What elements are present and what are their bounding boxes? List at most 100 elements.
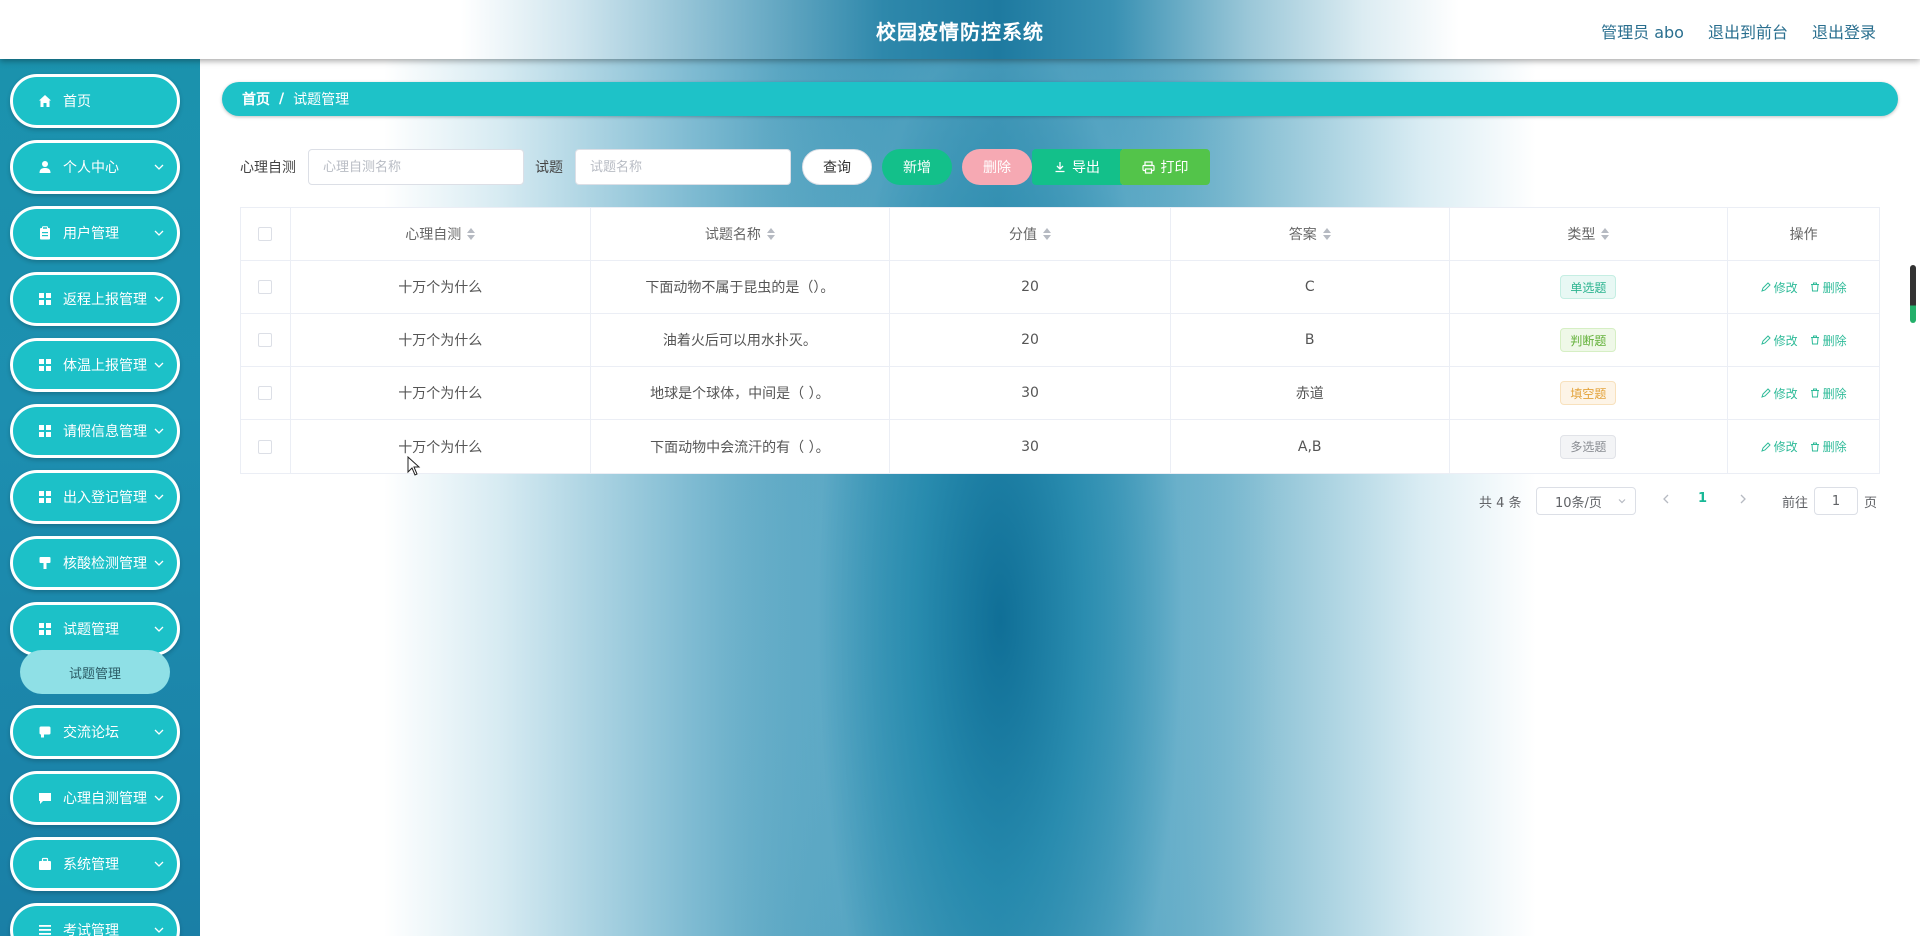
page-unit-label: 页 bbox=[1864, 496, 1878, 511]
trash-icon bbox=[1810, 442, 1819, 451]
top-header: 校园疫情防控系统 管理员 abo 退出到前台 退出登录 bbox=[0, 0, 1920, 59]
delete-row-button[interactable]: 删除 bbox=[1810, 438, 1847, 455]
type-tag: 判断题 bbox=[1560, 328, 1617, 352]
row-checkbox[interactable] bbox=[258, 280, 273, 294]
cell-score: 20 bbox=[890, 261, 1171, 313]
cell-test: 十万个为什么 bbox=[291, 261, 591, 313]
sidebar-item-forum[interactable]: 交流论坛 bbox=[10, 705, 180, 759]
page-scrollbar[interactable] bbox=[1910, 265, 1916, 323]
page-size-select[interactable]: 10条/页 bbox=[1536, 487, 1636, 515]
exit-to-front-link[interactable]: 退出到前台 bbox=[1708, 19, 1788, 43]
delete-row-button[interactable]: 删除 bbox=[1810, 385, 1847, 402]
sidebar-item-label: 试题管理 bbox=[63, 622, 119, 638]
sidebar-item-nucleic-test[interactable]: 核酸检测管理 bbox=[10, 536, 180, 590]
cell-type: 单选题 bbox=[1450, 261, 1729, 313]
page-size-value: 10条/页 bbox=[1555, 495, 1602, 511]
sidebar-item-entry-registration[interactable]: 出入登记管理 bbox=[10, 470, 180, 524]
sidebar-item-question-management[interactable]: 试题管理 bbox=[10, 602, 180, 656]
psych-test-input[interactable] bbox=[308, 149, 524, 185]
edit-label: 修改 bbox=[1773, 386, 1798, 401]
sidebar-item-profile[interactable]: 个人中心 bbox=[10, 140, 180, 194]
sidebar-item-label: 考试管理 bbox=[63, 923, 119, 936]
next-page-icon[interactable] bbox=[1738, 493, 1748, 505]
edit-button[interactable]: 修改 bbox=[1760, 279, 1798, 296]
admin-user-label[interactable]: 管理员 abo bbox=[1601, 19, 1684, 43]
sidebar-item-temperature-report[interactable]: 体温上报管理 bbox=[10, 338, 180, 392]
add-button[interactable]: 新增 bbox=[882, 149, 952, 185]
cell-actions: 修改 删除 bbox=[1728, 420, 1879, 473]
delete-row-button[interactable]: 删除 bbox=[1810, 332, 1847, 349]
select-all-checkbox[interactable] bbox=[258, 227, 273, 241]
breadcrumb-current: 试题管理 bbox=[293, 92, 350, 108]
delete-button[interactable]: 删除 bbox=[962, 149, 1032, 185]
sidebar-item-psych-test[interactable]: 心理自测管理 bbox=[10, 771, 180, 825]
edit-button[interactable]: 修改 bbox=[1760, 438, 1798, 455]
column-header-test[interactable]: 心理自测 bbox=[291, 208, 591, 260]
trash-icon bbox=[1810, 282, 1819, 292]
grid-icon bbox=[37, 489, 53, 505]
sort-icon[interactable] bbox=[1322, 228, 1331, 240]
delete-label: 删除 bbox=[1822, 333, 1847, 348]
sidebar-item-label: 交流论坛 bbox=[63, 725, 119, 741]
row-checkbox[interactable] bbox=[258, 439, 273, 454]
chevron-down-icon bbox=[154, 861, 164, 867]
pagination-total: 共 4 条 bbox=[1479, 496, 1522, 511]
sidebar-item-system[interactable]: 系统管理 bbox=[10, 837, 180, 891]
export-button[interactable]: 导出 bbox=[1032, 149, 1122, 185]
sort-icon[interactable] bbox=[1043, 228, 1052, 240]
query-button[interactable]: 查询 bbox=[802, 149, 872, 185]
delete-label: 删除 bbox=[1822, 440, 1847, 454]
chevron-down-icon bbox=[154, 927, 164, 933]
breadcrumb-home[interactable]: 首页 bbox=[242, 89, 270, 109]
query-button-label: 查询 bbox=[823, 160, 851, 176]
sort-icon[interactable] bbox=[467, 228, 476, 240]
print-button[interactable]: 打印 bbox=[1120, 149, 1210, 185]
column-header-label: 分值 bbox=[1009, 227, 1038, 243]
cell-test: 十万个为什么 bbox=[291, 314, 591, 366]
column-header-score[interactable]: 分值 bbox=[890, 208, 1171, 260]
question-table: 心理自测 试题名称 分值 答案 类型 操作 十万个为什么 下面动物不属于昆虫的是… bbox=[240, 207, 1880, 474]
sidebar-item-exam[interactable]: 考试管理 bbox=[10, 903, 180, 936]
sidebar-item-leave-info[interactable]: 请假信息管理 bbox=[10, 404, 180, 458]
row-select-cell bbox=[241, 314, 291, 366]
sidebar-item-label: 出入登记管理 bbox=[63, 490, 147, 506]
question-label: 试题 bbox=[535, 160, 563, 176]
row-checkbox[interactable] bbox=[258, 333, 273, 347]
goto-page-input[interactable] bbox=[1814, 487, 1858, 515]
chevron-down-icon bbox=[154, 428, 164, 434]
psych-test-label: 心理自测 bbox=[240, 160, 296, 176]
edit-icon bbox=[1760, 388, 1771, 398]
delete-label: 删除 bbox=[1822, 386, 1847, 401]
export-button-label: 导出 bbox=[1072, 160, 1100, 176]
sort-icon[interactable] bbox=[766, 228, 775, 240]
grid-icon bbox=[37, 621, 53, 637]
sidebar-item-user-management[interactable]: 用户管理 bbox=[10, 206, 180, 260]
delete-row-button[interactable]: 删除 bbox=[1810, 279, 1847, 296]
column-header-type[interactable]: 类型 bbox=[1450, 208, 1729, 260]
column-header-name[interactable]: 试题名称 bbox=[591, 208, 891, 260]
cell-type: 填空题 bbox=[1450, 367, 1729, 419]
edit-label: 修改 bbox=[1773, 333, 1798, 348]
type-tag: 单选题 bbox=[1560, 275, 1617, 299]
sidebar-item-return-report[interactable]: 返程上报管理 bbox=[10, 272, 180, 326]
sidebar-item-home[interactable]: 首页 bbox=[10, 74, 180, 128]
sort-icon[interactable] bbox=[1601, 228, 1610, 240]
page-number-current[interactable]: 1 bbox=[1698, 491, 1707, 506]
header-actions: 管理员 abo 退出到前台 退出登录 bbox=[1601, 19, 1876, 43]
edit-button[interactable]: 修改 bbox=[1760, 385, 1798, 402]
column-header-answer[interactable]: 答案 bbox=[1171, 208, 1450, 260]
chevron-down-icon bbox=[154, 795, 164, 801]
grid-icon bbox=[37, 291, 53, 307]
row-checkbox[interactable] bbox=[258, 386, 273, 400]
cell-answer: B bbox=[1171, 314, 1450, 366]
prev-page-icon[interactable] bbox=[1661, 493, 1671, 505]
row-select-cell bbox=[241, 261, 291, 313]
edit-button[interactable]: 修改 bbox=[1760, 332, 1798, 349]
add-button-label: 新增 bbox=[903, 160, 931, 176]
question-input[interactable] bbox=[575, 149, 791, 185]
delete-button-label: 删除 bbox=[983, 160, 1011, 176]
delete-label: 删除 bbox=[1822, 280, 1847, 295]
logout-link[interactable]: 退出登录 bbox=[1812, 19, 1876, 43]
submenu-item-question-management[interactable]: 试题管理 bbox=[20, 650, 170, 694]
cell-score: 20 bbox=[890, 314, 1171, 366]
